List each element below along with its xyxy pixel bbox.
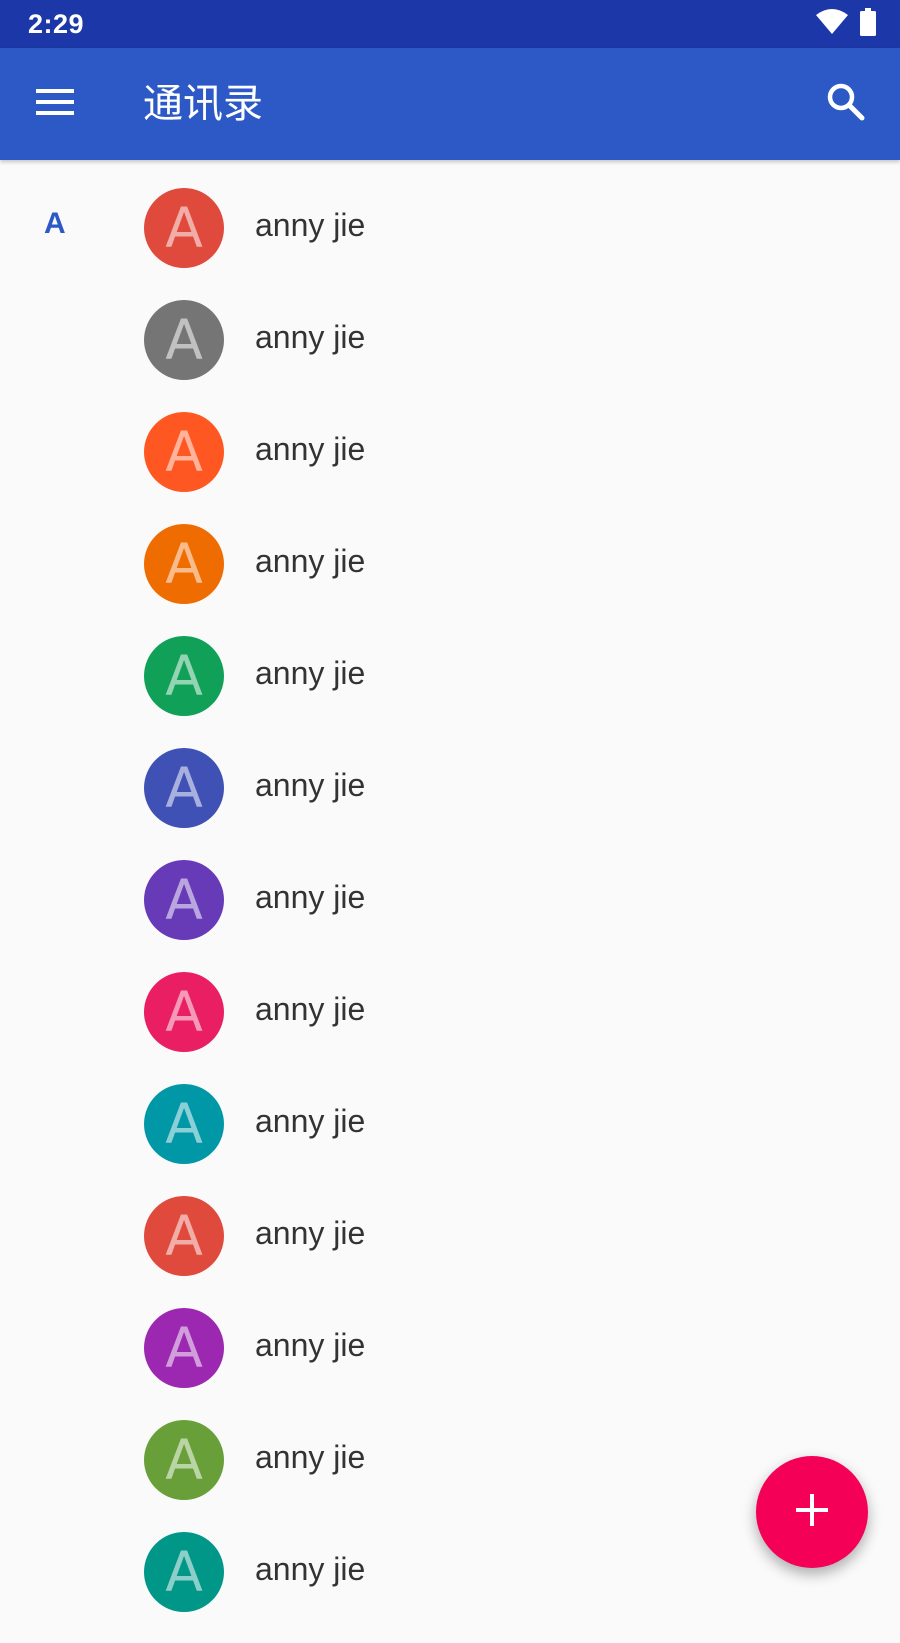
avatar: A	[144, 300, 224, 380]
avatar: A	[144, 412, 224, 492]
contact-name: anny jie	[255, 319, 366, 355]
contact-name: anny jie	[255, 431, 366, 467]
app-bar: 通讯录	[0, 48, 900, 160]
avatar: A	[144, 1196, 224, 1276]
contact-name: anny jie	[255, 1215, 366, 1251]
avatar-initial: A	[165, 531, 203, 596]
avatar: A	[144, 1084, 224, 1164]
status-bar: 2:29	[0, 0, 900, 48]
page-title: 通讯录	[143, 81, 263, 127]
menu-button[interactable]	[24, 74, 88, 134]
avatar-initial: A	[165, 1091, 203, 1156]
contact-list-item[interactable]: Aanny jie	[0, 971, 900, 1083]
contact-name: anny jie	[255, 1103, 366, 1139]
avatar-initial: A	[165, 419, 203, 484]
search-icon	[826, 82, 866, 127]
avatar: A	[144, 860, 224, 940]
plus-icon	[796, 1493, 828, 1531]
avatar: A	[144, 188, 224, 268]
contact-list-item[interactable]: Aanny jie	[0, 523, 900, 635]
avatar: A	[144, 524, 224, 604]
contact-name: anny jie	[255, 1327, 366, 1363]
contact-list: Aanny jie Aanny jie Aanny jie Aanny jie Aann…	[0, 187, 900, 1643]
contact-list-item[interactable]: Aanny jie	[0, 299, 900, 411]
avatar-initial: A	[165, 979, 203, 1044]
avatar: A	[144, 636, 224, 716]
avatar: A	[144, 1308, 224, 1388]
avatar-initial: A	[165, 1315, 203, 1380]
avatar-initial: A	[165, 755, 203, 820]
contact-list-item[interactable]: Aanny jie	[0, 1195, 900, 1307]
contact-name: anny jie	[255, 1551, 366, 1587]
contact-list-item[interactable]: Aanny jie	[0, 747, 900, 859]
avatar: A	[144, 1420, 224, 1500]
contact-list-item[interactable]: Aanny jie	[0, 859, 900, 971]
menu-icon	[36, 87, 76, 122]
status-icons	[816, 7, 876, 41]
status-time: 2:29	[28, 9, 85, 39]
contact-list-item[interactable]: Aanny jie	[0, 187, 900, 299]
contact-list-item[interactable]: Aanny jie	[0, 411, 900, 523]
contact-name: anny jie	[255, 767, 366, 803]
avatar-initial: A	[165, 307, 203, 372]
contact-name: anny jie	[255, 543, 366, 579]
avatar-initial: A	[165, 1203, 203, 1268]
contact-name: anny jie	[255, 991, 366, 1027]
contact-list-item[interactable]: Aanny jie	[0, 1083, 900, 1195]
contact-list-item[interactable]: Aanny jie	[0, 635, 900, 747]
search-button[interactable]	[814, 74, 878, 134]
contact-name: anny jie	[255, 207, 366, 243]
avatar-initial: A	[165, 1539, 203, 1604]
avatar: A	[144, 748, 224, 828]
avatar: A	[144, 972, 224, 1052]
avatar-initial: A	[165, 195, 203, 260]
contact-name: anny jie	[255, 655, 366, 691]
wifi-icon	[816, 8, 848, 40]
contact-list-item[interactable]: Aanny jie	[0, 1307, 900, 1419]
avatar-initial: A	[165, 1427, 203, 1492]
battery-icon	[860, 7, 876, 41]
add-contact-button[interactable]	[756, 1456, 868, 1568]
avatar: A	[144, 1532, 224, 1612]
avatar-initial: A	[165, 867, 203, 932]
avatar-initial: A	[165, 643, 203, 708]
contact-name: anny jie	[255, 1439, 366, 1475]
contact-list-item[interactable]: Aanny jie	[0, 1531, 900, 1643]
contact-name: anny jie	[255, 879, 366, 915]
